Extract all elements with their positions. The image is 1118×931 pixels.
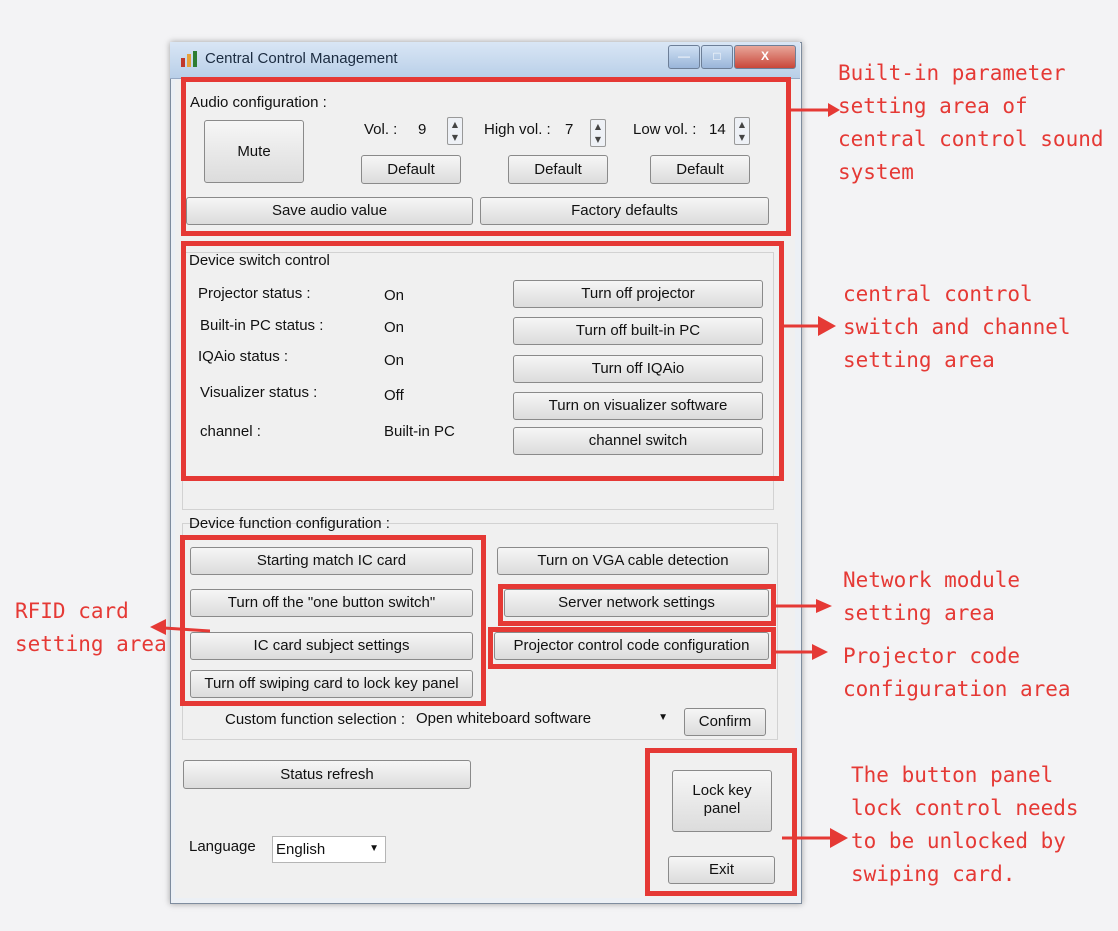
annotation-line: RFID card: [15, 599, 129, 623]
status-refresh-button[interactable]: Status refresh: [183, 760, 471, 789]
switch-annotation-arrow: [784, 314, 836, 338]
annotation-line: switch and channel: [843, 315, 1071, 339]
dropdown-arrow-icon[interactable]: ▼: [658, 712, 668, 723]
annotation-line: swiping card.: [851, 862, 1016, 886]
annotation-line: setting area: [843, 601, 995, 625]
minimize-button[interactable]: —: [668, 45, 700, 69]
lock-annotation-arrow: [782, 826, 848, 850]
projector-highlight-box: [488, 627, 776, 669]
annotation-line: lock control needs: [851, 796, 1079, 820]
custom-function-select[interactable]: Open whiteboard software ▼: [412, 707, 674, 733]
close-button[interactable]: X: [734, 45, 796, 69]
annotation-line: Projector code: [843, 644, 1021, 668]
custom-function-value: Open whiteboard software: [416, 710, 592, 727]
annotation-line: Built-in parameter: [838, 61, 1066, 85]
annotation-line: system: [838, 160, 914, 184]
confirm-button[interactable]: Confirm: [684, 708, 766, 736]
audio-annotation: Built-in parameter setting area of centr…: [838, 57, 1104, 189]
annotation-line: configuration area: [843, 677, 1071, 701]
rfid-highlight-box: [180, 535, 486, 706]
app-icon: [180, 50, 198, 68]
rfid-annotation: RFID card setting area: [15, 595, 167, 661]
maximize-button[interactable]: □: [701, 45, 733, 69]
language-select[interactable]: English ▼: [272, 836, 386, 863]
dropdown-arrow-icon[interactable]: ▼: [369, 843, 379, 854]
lock-highlight-box: [645, 748, 797, 896]
vga-detection-button[interactable]: Turn on VGA cable detection: [497, 547, 769, 575]
lock-annotation: The button panel lock control needs to b…: [851, 759, 1079, 891]
switch-annotation: central control switch and channel setti…: [843, 278, 1071, 377]
annotation-line: setting area: [15, 632, 167, 656]
audio-highlight-box: [181, 77, 791, 236]
custom-function-label: Custom function selection :: [225, 711, 406, 728]
language-value: English: [276, 841, 326, 858]
annotation-line: setting area of: [838, 94, 1028, 118]
language-label: Language: [189, 838, 256, 855]
annotation-line: setting area: [843, 348, 995, 372]
window-title: Central Control Management: [205, 50, 398, 67]
annotation-line: to be unlocked by: [851, 829, 1066, 853]
annotation-line: Network module: [843, 568, 1021, 592]
device-function-section-label: Device function configuration :: [189, 515, 390, 532]
annotation-line: central control: [843, 282, 1033, 306]
audio-annotation-arrow: [790, 100, 840, 120]
projector-annotation-arrow: [776, 642, 828, 662]
annotation-line: central control sound: [838, 127, 1104, 151]
network-annotation-arrow: [776, 596, 832, 616]
network-highlight-box: [498, 584, 776, 626]
network-annotation: Network module setting area: [843, 564, 1020, 630]
annotation-line: The button panel: [851, 763, 1054, 787]
switch-highlight-box: [181, 241, 784, 481]
projector-annotation: Projector code configuration area: [843, 640, 1071, 706]
